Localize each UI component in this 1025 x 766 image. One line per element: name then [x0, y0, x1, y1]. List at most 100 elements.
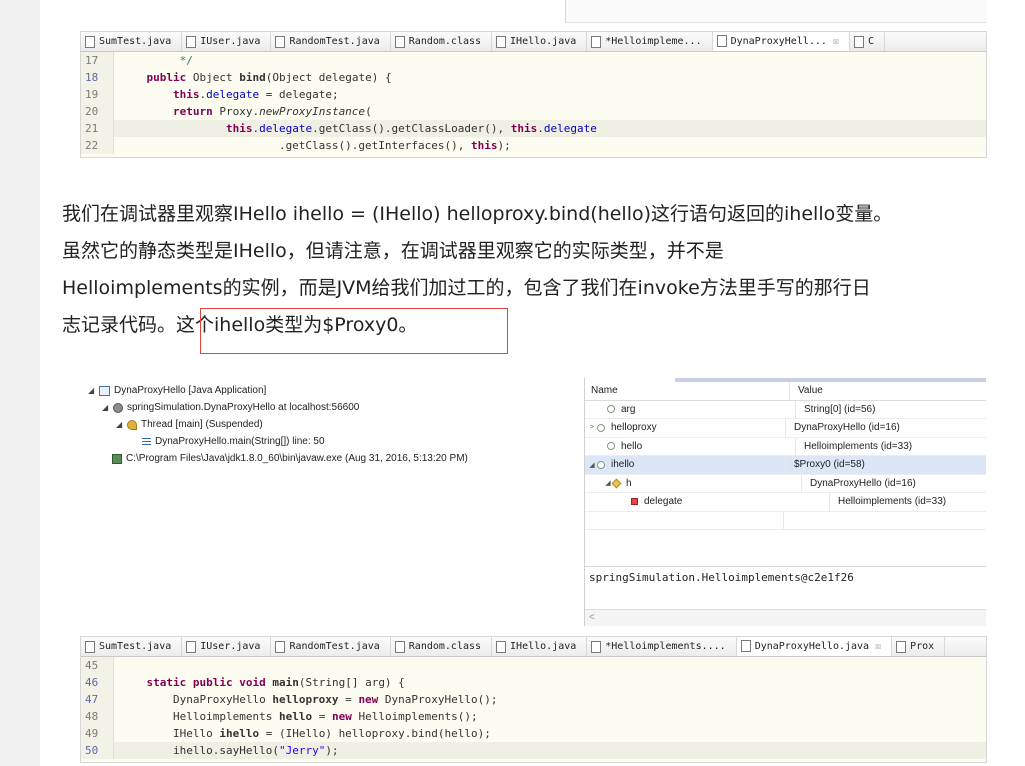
variable-row-h[interactable]: ◢ h DynaProxyHello (id=16) [585, 474, 986, 493]
expand-arrow-icon[interactable]: ◢ [88, 386, 96, 395]
code-text: this.delegate = delegate; [172, 88, 339, 101]
tree-node-vm[interactable]: ◢ springSimulation.DynaProxyHello at loca… [82, 399, 572, 416]
java-file-icon [85, 640, 95, 653]
java-file-icon [186, 640, 197, 653]
code-line: 20 return Proxy.newProxyInstance( [81, 103, 986, 120]
expand-chevron-icon[interactable]: > [587, 424, 597, 431]
variables-view: Name Value arg String[0] (id=56) > hellop… [584, 378, 986, 626]
protected-field-icon [611, 478, 622, 489]
variable-row-delegate[interactable]: delegate Helloimplements (id=33) [585, 493, 986, 512]
tab-sumtest[interactable]: SumTest.java [81, 637, 183, 656]
tab-sumtest[interactable]: SumTest.java [81, 32, 183, 51]
tab-overflow[interactable]: C [850, 32, 885, 51]
code-line: 45 [81, 657, 986, 674]
class-file-icon [394, 640, 405, 653]
code-line: 48 Helloimplements hello = new Helloimpl… [81, 708, 986, 725]
local-variable-icon [607, 405, 615, 414]
private-field-icon [631, 498, 638, 506]
debug-target-icon [113, 402, 123, 413]
tab-dynaproxyhello[interactable]: DynaProxyHell... ☒ [712, 32, 850, 51]
java-application-icon [99, 385, 110, 396]
tab-iuser[interactable]: IUser.java [182, 637, 272, 656]
code-text: return Proxy.newProxyInstance( [172, 105, 372, 118]
paragraph-line: Helloimplements的实例，而是JVM给我们加过工的，包含了我们在in… [62, 277, 871, 299]
debug-launch-tree: ◢ DynaProxyHello [Java Application] ◢ spri… [82, 382, 572, 467]
code-text: ihello.sayHello("Jerry"); [120, 744, 339, 757]
highlight-box [200, 308, 508, 354]
java-file-icon [275, 640, 286, 653]
class-file-icon [394, 35, 405, 48]
java-file-icon [740, 640, 751, 652]
code-line: 49 IHello ihello = (IHello) helloproxy.b… [81, 725, 986, 742]
bottom-code-body[interactable]: 45 46 static public void main(String[] a… [81, 657, 986, 759]
code-line: 18 public Object bind(Object delegate) { [81, 69, 986, 86]
tab-dynaproxyhello[interactable]: DynaProxyHello.java ☒ [736, 637, 893, 656]
bottom-code-editor: SumTest.java IUser.java RandomTest.java … [80, 636, 987, 763]
code-text: public Object bind(Object delegate) { [146, 71, 392, 84]
tree-node-application[interactable]: ◢ DynaProxyHello [Java Application] [82, 382, 572, 399]
column-header-name[interactable]: Name [585, 382, 790, 400]
code-text: static public void main(String[] arg) { [146, 676, 405, 689]
code-text: Helloimplements hello = new Helloimpleme… [120, 710, 478, 723]
class-file-icon [896, 640, 907, 653]
tab-randomtest[interactable]: RandomTest.java [271, 32, 391, 51]
tab-helloimplements[interactable]: *Helloimplements.... [587, 637, 737, 656]
tab-overflow[interactable]: Prox [892, 637, 946, 656]
tab-ihello[interactable]: IHello.java [492, 32, 588, 51]
variable-row-helloproxy[interactable]: > helloproxy DynaProxyHello (id=16) [585, 419, 986, 438]
collapse-arrow-icon[interactable]: ◢ [587, 461, 597, 469]
tab-random-class[interactable]: Random.class [391, 637, 493, 656]
code-text: DynaProxyHello helloproxy = new DynaProx… [120, 693, 498, 706]
expand-arrow-icon[interactable]: ◢ [116, 420, 124, 429]
code-line: 22 .getClass().getInterfaces(), this); [81, 137, 986, 154]
close-tab-icon[interactable]: ☒ [833, 36, 839, 47]
tab-random-class[interactable]: Random.class [391, 32, 493, 51]
class-file-icon [853, 35, 864, 48]
variable-row-hello[interactable]: hello Helloimplements (id=33) [585, 437, 986, 456]
code-line: 19 this.delegate = delegate; [81, 86, 986, 103]
tree-node-thread[interactable]: ◢ Thread [main] (Suspended) [82, 416, 572, 433]
code-line-current: 21 this.delegate.getClass().getClassLoad… [81, 120, 986, 137]
paragraph-line: 我们在调试器里观察IHello ihello = (IHello) hellop… [62, 203, 893, 225]
variables-header: Name Value [585, 382, 986, 401]
horizontal-scrollbar[interactable]: < [585, 609, 986, 626]
variable-detail-pane[interactable]: springSimulation.Helloimplements@c2e1f26 [585, 566, 986, 607]
close-tab-icon[interactable]: ☒ [875, 641, 881, 652]
local-variable-icon [597, 423, 605, 432]
tab-iuser[interactable]: IUser.java [182, 32, 272, 51]
expand-arrow-icon[interactable]: ◢ [102, 403, 110, 412]
java-file-icon [591, 35, 602, 48]
bottom-editor-tabs: SumTest.java IUser.java RandomTest.java … [81, 637, 986, 657]
variable-row-empty [585, 511, 986, 530]
code-text: .getClass().getInterfaces(), this); [120, 139, 511, 152]
code-line-current: 50 ihello.sayHello("Jerry"); [81, 742, 986, 759]
top-code-editor: SumTest.java IUser.java RandomTest.java … [80, 31, 987, 158]
suspended-thread-icon [127, 419, 137, 430]
tab-ihello[interactable]: IHello.java [492, 637, 588, 656]
tree-node-stack-frame[interactable]: DynaProxyHello.main(String[]) line: 50 [82, 433, 572, 450]
column-header-value[interactable]: Value [790, 385, 823, 396]
tab-helloimplements[interactable]: *Helloimpleme... [587, 32, 713, 51]
local-variable-icon [597, 460, 605, 469]
top-code-body[interactable]: 17 */ 18 public Object bind(Object deleg… [81, 52, 986, 154]
process-icon [112, 453, 122, 464]
top-divider-strip [565, 0, 986, 23]
java-file-icon [186, 35, 197, 48]
paragraph-line: 虽然它的静态类型是IHello，但请注意，在调试器里观察它的实际类型，并不是 [62, 240, 724, 262]
java-file-icon [496, 35, 507, 48]
java-file-icon [85, 35, 95, 48]
java-file-icon [275, 35, 286, 48]
variable-row-arg[interactable]: arg String[0] (id=56) [585, 400, 986, 419]
code-line: 47 DynaProxyHello helloproxy = new DynaP… [81, 691, 986, 708]
java-file-icon [716, 35, 727, 47]
top-editor-tabs: SumTest.java IUser.java RandomTest.java … [81, 32, 986, 52]
tab-randomtest[interactable]: RandomTest.java [271, 637, 391, 656]
variable-row-ihello-selected[interactable]: ◢ ihello $Proxy0 (id=58) [585, 456, 986, 475]
code-line: 46 static public void main(String[] arg)… [81, 674, 986, 691]
tree-node-process[interactable]: C:\Program Files\Java\jdk1.8.0_60\bin\ja… [82, 450, 572, 467]
code-line: 17 */ [81, 52, 986, 69]
code-text: this.delegate.getClass().getClassLoader(… [225, 122, 597, 135]
code-text: IHello ihello = (IHello) helloproxy.bind… [120, 727, 491, 740]
java-file-icon [496, 640, 507, 653]
java-file-icon [591, 640, 602, 653]
